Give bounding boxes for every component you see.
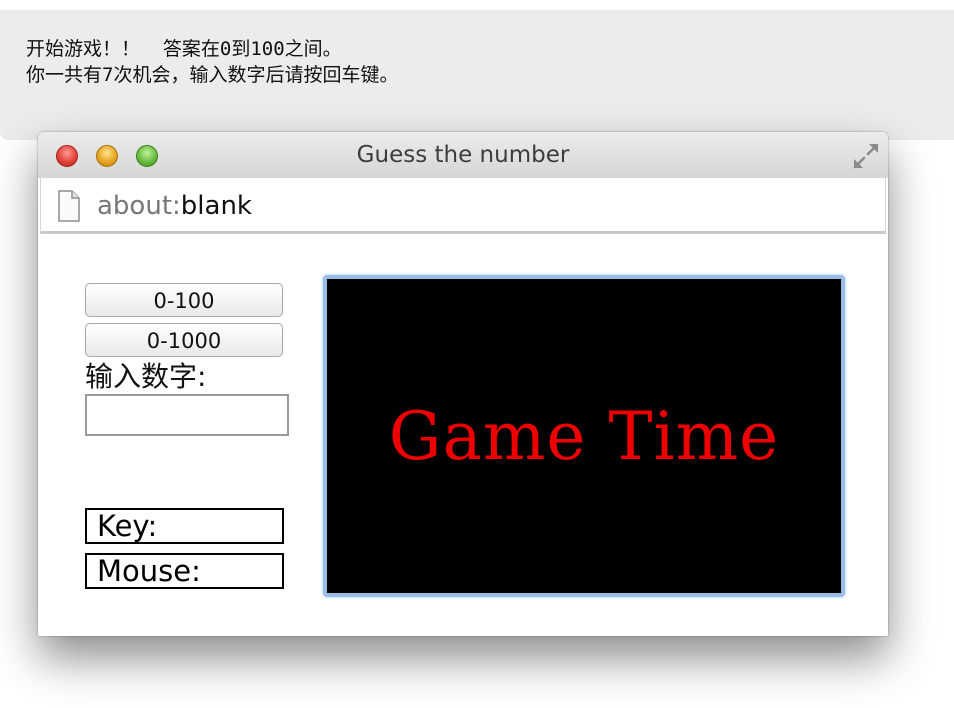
browser-window: Guess the number about:blank 0-100 0-100… bbox=[38, 132, 888, 636]
blank-page-icon bbox=[58, 190, 80, 222]
instruction-line-2: 你一共有7次机会，输入数字后请按回车键。 bbox=[26, 64, 399, 86]
address-bar[interactable]: about:blank bbox=[40, 178, 886, 234]
instruction-panel: 开始游戏！！ 答案在0到100之间。 你一共有7次机会，输入数字后请按回车键。 bbox=[0, 10, 954, 140]
number-input[interactable] bbox=[85, 394, 289, 436]
mouse-readout: Mouse: bbox=[85, 553, 284, 589]
page-content: 0-100 0-1000 输入数字: Key: Mouse: Game Time bbox=[38, 237, 888, 636]
game-canvas-frame[interactable]: Game Time bbox=[323, 275, 845, 597]
instruction-line-1: 开始游戏！！ 答案在0到100之间。 bbox=[26, 38, 342, 60]
range-0-1000-button[interactable]: 0-1000 bbox=[85, 323, 283, 357]
key-readout: Key: bbox=[85, 508, 284, 544]
address-text[interactable]: about:blank bbox=[97, 190, 252, 222]
range-0-100-button[interactable]: 0-100 bbox=[85, 283, 283, 317]
window-title: Guess the number bbox=[356, 142, 570, 168]
number-input-label: 输入数字: bbox=[85, 360, 207, 393]
url-path: blank bbox=[180, 191, 252, 221]
fullscreen-arrows-icon[interactable] bbox=[850, 140, 882, 172]
url-scheme: about: bbox=[97, 191, 181, 221]
game-time-text: Game Time bbox=[388, 397, 780, 475]
window-titlebar: Guess the number bbox=[38, 132, 888, 178]
game-canvas[interactable]: Game Time bbox=[330, 282, 838, 590]
